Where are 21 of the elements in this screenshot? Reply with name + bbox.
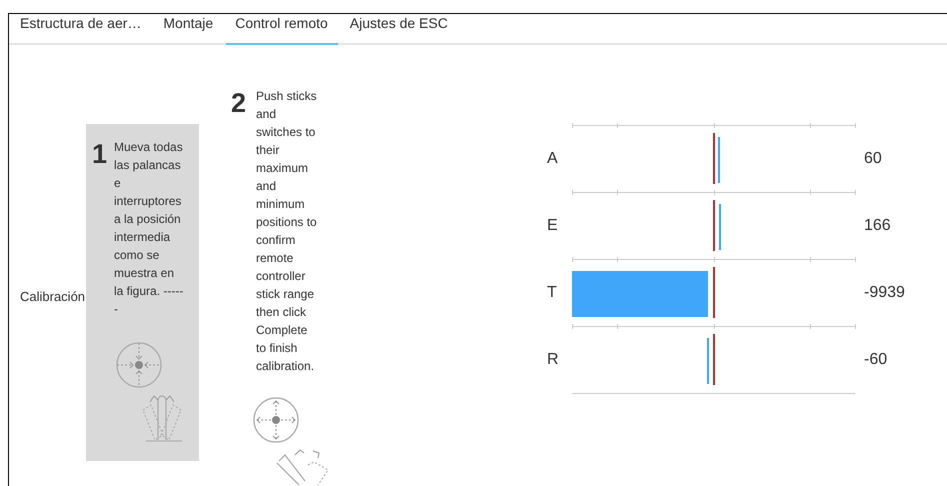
step-instructions: Push sticks and switches to their maximum and minimum positions to confirm remote controller stick range then click Complete to finish calibration. bbox=[256, 88, 318, 375]
channel-value: 166 bbox=[864, 216, 892, 234]
step-instructions: Mueva todas las palancas e interruptores a la posición intermedia como se muestra en la figura. ------ bbox=[114, 139, 184, 318]
step-number: 1 bbox=[92, 141, 108, 167]
step-number: 2 bbox=[231, 90, 248, 116]
channel-label: A bbox=[547, 150, 559, 168]
tab[interactable]: Montaje bbox=[154, 14, 224, 45]
center-marker bbox=[712, 267, 714, 318]
tab[interactable]: Ajustes de ESC bbox=[340, 14, 458, 45]
calibration-label: Calibración bbox=[20, 289, 86, 304]
channel-value: -9939 bbox=[864, 284, 905, 302]
channel-label: R bbox=[547, 350, 560, 368]
channel-value: 60 bbox=[864, 150, 883, 168]
center-marker bbox=[712, 133, 714, 184]
channel-label: E bbox=[547, 216, 559, 234]
center-marker bbox=[712, 200, 714, 251]
channel-value: -60 bbox=[864, 350, 888, 368]
channel-label: T bbox=[547, 284, 558, 302]
center-marker bbox=[712, 334, 714, 385]
tab[interactable]: Estructura de aer… bbox=[11, 14, 152, 45]
tab[interactable]: Control remoto bbox=[226, 14, 338, 45]
